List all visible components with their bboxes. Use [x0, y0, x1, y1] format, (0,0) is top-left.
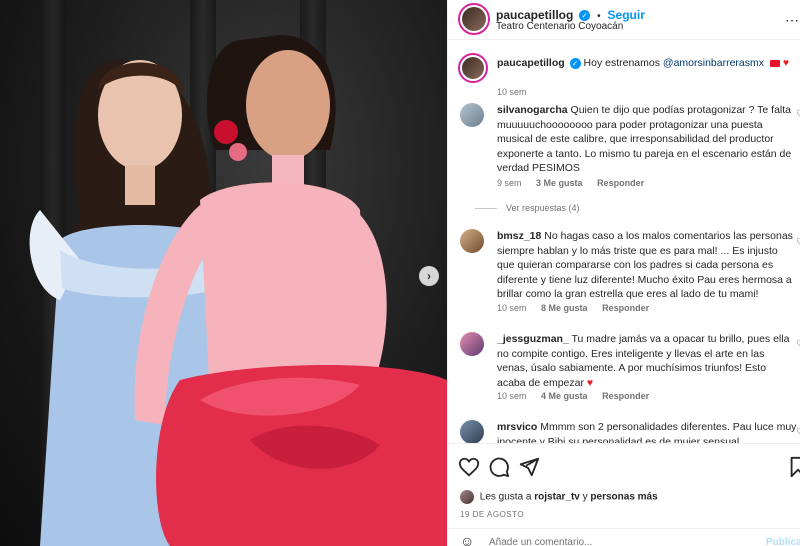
- comment-bubble-icon[interactable]: [488, 456, 510, 478]
- comment-text: _jessguzman_ Tu madre jamás va a opacar …: [497, 332, 797, 390]
- commenter-avatar[interactable]: [460, 229, 484, 253]
- reply-button[interactable]: Responder: [597, 178, 644, 188]
- reply-button[interactable]: Responder: [602, 303, 649, 313]
- author-line: paucapetillog ✓ • Seguir: [496, 6, 645, 22]
- caption-text: paucapetillog ✓ Hoy estrenamos @amorsinb…: [497, 56, 797, 71]
- photo-illustration: [29, 35, 447, 546]
- publish-button[interactable]: Publicar: [766, 537, 800, 546]
- red-heart-emoji-icon: ♥: [782, 57, 790, 69]
- post-date[interactable]: 19 DE AGOSTO: [460, 510, 524, 519]
- author-avatar[interactable]: [458, 53, 488, 83]
- post-header: paucapetillog ✓ • Seguir Teatro Centenar…: [448, 0, 800, 40]
- comment-body: No hagas caso a los malos comentarios la…: [497, 230, 793, 301]
- commenter-avatar[interactable]: [460, 332, 484, 356]
- post-actions: Les gusta a rojstar_tv y personas más 19…: [448, 443, 800, 546]
- comment-item: silvanogarcha Quien te dijo que podías p…: [460, 101, 800, 216]
- comment-likes[interactable]: 8 Me gusta: [541, 303, 588, 313]
- commenter-username[interactable]: mrsvico: [497, 421, 537, 433]
- verified-icon: ✓: [569, 57, 581, 69]
- view-replies-button[interactable]: Ver respuestas (4): [475, 203, 580, 213]
- red-heart-emoji-icon: ♥: [586, 376, 594, 389]
- comments-list[interactable]: paucapetillog ✓ Hoy estrenamos @amorsinb…: [448, 41, 800, 443]
- likes-summary: Les gusta a rojstar_tv y personas más: [460, 490, 658, 504]
- like-heart-icon[interactable]: [458, 456, 480, 478]
- comment-likes[interactable]: 3 Me gusta: [536, 178, 583, 188]
- caption-meta: 10 sem: [497, 87, 539, 97]
- caption-username[interactable]: paucapetillog: [497, 57, 565, 69]
- post-photo[interactable]: ›: [0, 0, 447, 546]
- red-label-emoji-icon: [769, 59, 780, 67]
- caption-time[interactable]: 10 sem: [497, 87, 527, 97]
- add-comment-bar: ☺ Añade un comentario... Publicar: [448, 528, 800, 546]
- comment-item: mrsvico Mmmm son 2 personalidades difere…: [460, 419, 800, 443]
- post-caption: paucapetillog ✓ Hoy estrenamos @amorsinb…: [458, 53, 800, 97]
- author-avatar[interactable]: [458, 3, 490, 35]
- comment-like-heart-icon[interactable]: ♡: [796, 427, 800, 438]
- comment-input[interactable]: Añade un comentario...: [489, 537, 592, 546]
- caption-mention[interactable]: @amorsinbarrerasmx: [663, 57, 764, 69]
- author-avatar-image: [462, 57, 484, 79]
- more-options-icon[interactable]: ⋯: [785, 12, 799, 29]
- comment-meta: 10 sem 4 Me gusta Responder: [497, 391, 661, 401]
- comment-like-heart-icon[interactable]: ♡: [796, 339, 800, 350]
- comment-body: Mmmm son 2 personalidades diferentes. Pa…: [497, 421, 797, 443]
- next-photo-button[interactable]: ›: [419, 266, 439, 286]
- comment-meta: 10 sem 8 Me gusta Responder: [497, 303, 661, 313]
- caption-body: Hoy estrenamos: [583, 57, 660, 69]
- emoji-icon[interactable]: ☺: [460, 533, 474, 546]
- comment-meta: 9 sem 3 Me gusta Responder: [497, 178, 656, 188]
- comment-like-heart-icon[interactable]: ♡: [796, 237, 800, 248]
- save-bookmark-icon[interactable]: [787, 456, 800, 478]
- author-username[interactable]: paucapetillog: [496, 8, 573, 22]
- commenter-avatar[interactable]: [460, 103, 484, 127]
- liker-username[interactable]: rojstar_tv: [534, 492, 580, 503]
- verified-icon: ✓: [579, 9, 591, 21]
- comment-time[interactable]: 10 sem: [497, 391, 527, 401]
- chevron-right-icon: ›: [427, 269, 431, 283]
- likes-others[interactable]: personas más: [590, 492, 657, 503]
- comment-text: mrsvico Mmmm son 2 personalidades difere…: [497, 420, 797, 443]
- post-location[interactable]: Teatro Centenario Coyoacán: [496, 21, 623, 32]
- commenter-username[interactable]: silvanogarcha: [497, 104, 568, 116]
- comment-likes[interactable]: 4 Me gusta: [541, 391, 588, 401]
- follow-button[interactable]: Seguir: [608, 8, 645, 22]
- liker-avatar[interactable]: [460, 490, 474, 504]
- comment-item: bmsz_18 No hagas caso a los malos coment…: [460, 229, 800, 324]
- commenter-username[interactable]: _jessguzman_: [497, 333, 569, 345]
- author-avatar-image: [462, 7, 486, 31]
- comment-time[interactable]: 9 sem: [497, 178, 522, 188]
- share-send-icon[interactable]: [518, 456, 540, 478]
- commenter-username[interactable]: bmsz_18: [497, 230, 541, 242]
- comment-like-heart-icon[interactable]: ♡: [796, 109, 800, 120]
- commenter-avatar[interactable]: [460, 420, 484, 443]
- reply-button[interactable]: Responder: [602, 391, 649, 401]
- post-side-panel: paucapetillog ✓ • Seguir Teatro Centenar…: [447, 0, 800, 546]
- likes-and: y: [582, 491, 588, 503]
- comment-text: bmsz_18 No hagas caso a los malos coment…: [497, 229, 797, 302]
- comment-text: silvanogarcha Quien te dijo que podías p…: [497, 103, 797, 176]
- comment-item: _jessguzman_ Tu madre jamás va a opacar …: [460, 331, 800, 411]
- comment-time[interactable]: 10 sem: [497, 303, 527, 313]
- likes-prefix: Les gusta a: [479, 491, 532, 503]
